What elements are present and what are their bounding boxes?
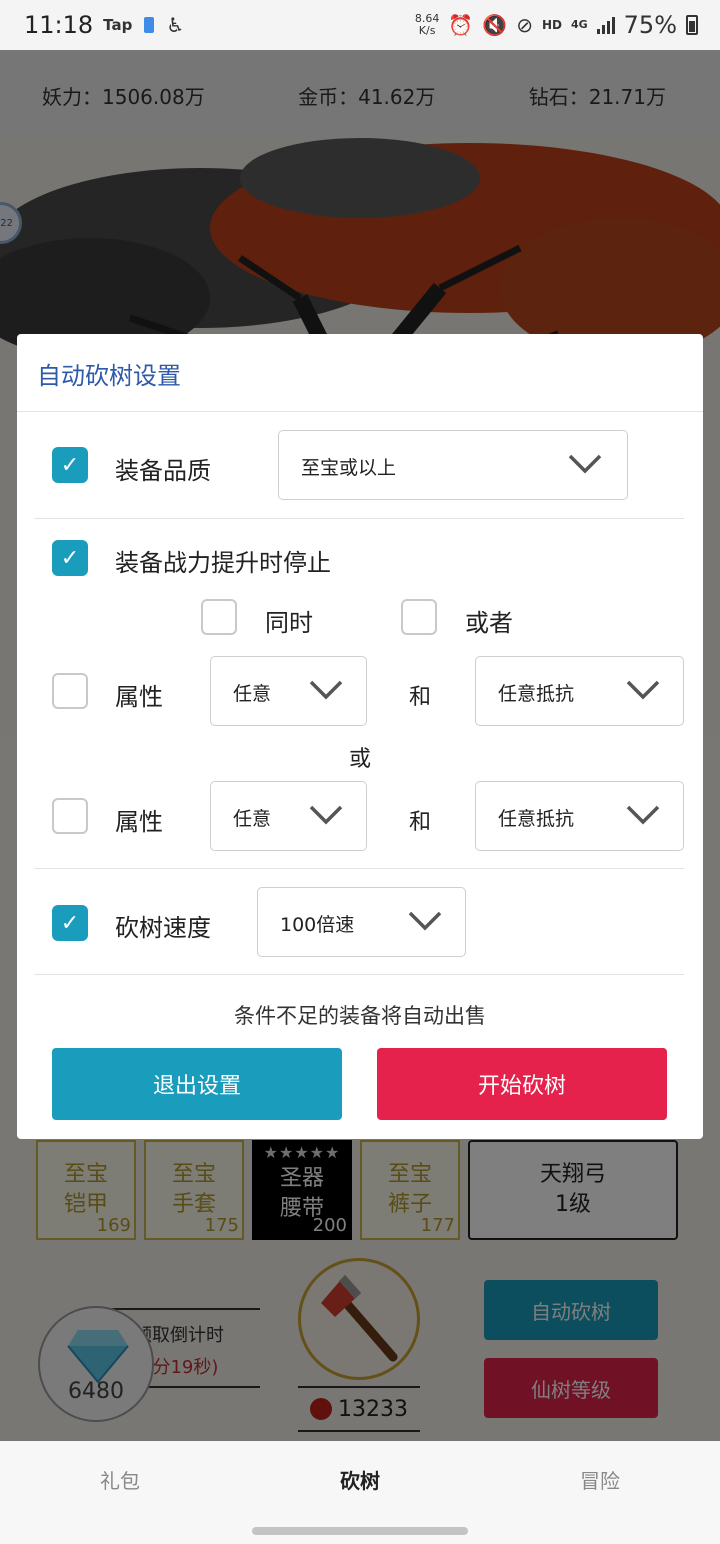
exit-settings-button[interactable]: 退出设置 xyxy=(52,1048,342,1120)
or-separator: 或 xyxy=(349,747,372,772)
resist2-select[interactable]: 任意抵抗 xyxy=(475,781,684,851)
status-icons: 8.64 K/s ⏰ 🔇 ⊘ HD 4G 75% xyxy=(415,0,698,50)
stop-on-power-label: 装备战力提升时停止 xyxy=(115,549,331,577)
attribute2-label: 属性 xyxy=(115,808,163,836)
check-icon: ✓ xyxy=(60,910,80,936)
gesture-area xyxy=(0,1521,720,1544)
home-indicator[interactable] xyxy=(252,1527,468,1535)
dnd-icon: ⊘ xyxy=(516,13,533,37)
tab-adventure[interactable]: 冒险 xyxy=(480,1441,720,1521)
chevron-down-icon xyxy=(626,805,660,825)
and-label: 和 xyxy=(409,685,432,710)
simultaneous-checkbox[interactable] xyxy=(201,599,237,635)
attribute1-select-value: 任意 xyxy=(233,683,272,705)
start-chop-button[interactable]: 开始砍树 xyxy=(377,1048,667,1120)
hd-icon: HD xyxy=(541,18,562,32)
quality-select-value: 至宝或以上 xyxy=(301,457,397,479)
speed-select-value: 100倍速 xyxy=(280,914,355,936)
speed-select[interactable]: 100倍速 xyxy=(257,887,466,957)
quality-select[interactable]: 至宝或以上 xyxy=(278,430,628,500)
speed-label: 砍树速度 xyxy=(115,914,211,942)
attribute2-select-value: 任意 xyxy=(233,808,272,830)
divider xyxy=(34,974,684,975)
battery-icon xyxy=(686,15,698,35)
status-bar: 11:18 Tap ♿ 8.64 K/s ⏰ 🔇 ⊘ HD 4G 75% xyxy=(0,0,720,50)
auto-chop-settings-dialog: 自动砍树设置 ✓ 装备品质 至宝或以上 ✓ 装备战力提升时停止 同时 或者 属性… xyxy=(17,334,703,1139)
and-label: 和 xyxy=(409,810,432,835)
dialog-title: 自动砍树设置 xyxy=(37,362,181,390)
divider xyxy=(34,868,684,869)
attribute1-checkbox[interactable] xyxy=(52,673,88,709)
resist1-select-value: 任意抵抗 xyxy=(498,683,575,705)
or-label: 或者 xyxy=(465,609,513,637)
chevron-down-icon xyxy=(568,454,602,474)
auto-sell-hint: 条件不足的装备将自动出售 xyxy=(234,1004,486,1028)
attribute2-checkbox[interactable] xyxy=(52,798,88,834)
resist1-select[interactable]: 任意抵抗 xyxy=(475,656,684,726)
accessibility-icon: ♿ xyxy=(166,13,185,37)
check-icon: ✓ xyxy=(60,452,80,478)
sim-icon xyxy=(144,17,155,33)
attribute1-label: 属性 xyxy=(115,683,163,711)
battery-percent: 75% xyxy=(623,11,677,39)
net-speed: 8.64 K/s xyxy=(415,13,440,37)
or-checkbox[interactable] xyxy=(401,599,437,635)
tab-gift[interactable]: 礼包 xyxy=(0,1441,240,1521)
net-speed-unit: K/s xyxy=(418,24,436,37)
check-icon: ✓ xyxy=(60,545,80,571)
simultaneous-label: 同时 xyxy=(265,609,313,637)
resist2-select-value: 任意抵抗 xyxy=(498,808,575,830)
divider xyxy=(17,411,703,412)
network-4g-icon: 4G xyxy=(570,18,588,31)
quality-checkbox[interactable]: ✓ xyxy=(52,447,88,483)
mute-icon: 🔇 xyxy=(482,13,508,37)
divider xyxy=(34,518,684,519)
chevron-down-icon xyxy=(626,680,660,700)
speed-checkbox[interactable]: ✓ xyxy=(52,905,88,941)
chevron-down-icon xyxy=(309,680,343,700)
quality-label: 装备品质 xyxy=(115,457,211,485)
status-time: 11:18 xyxy=(24,11,94,39)
tab-chop[interactable]: 砍树 xyxy=(240,1441,480,1521)
chevron-down-icon xyxy=(309,805,343,825)
attribute2-select[interactable]: 任意 xyxy=(210,781,367,851)
chevron-down-icon xyxy=(408,911,442,931)
tap-app-icon: Tap xyxy=(103,16,133,34)
attribute1-select[interactable]: 任意 xyxy=(210,656,367,726)
alarm-icon: ⏰ xyxy=(448,13,474,37)
bottom-nav: 礼包 砍树 冒险 xyxy=(0,1441,720,1521)
signal-icon xyxy=(596,16,615,34)
stop-on-power-checkbox[interactable]: ✓ xyxy=(52,540,88,576)
